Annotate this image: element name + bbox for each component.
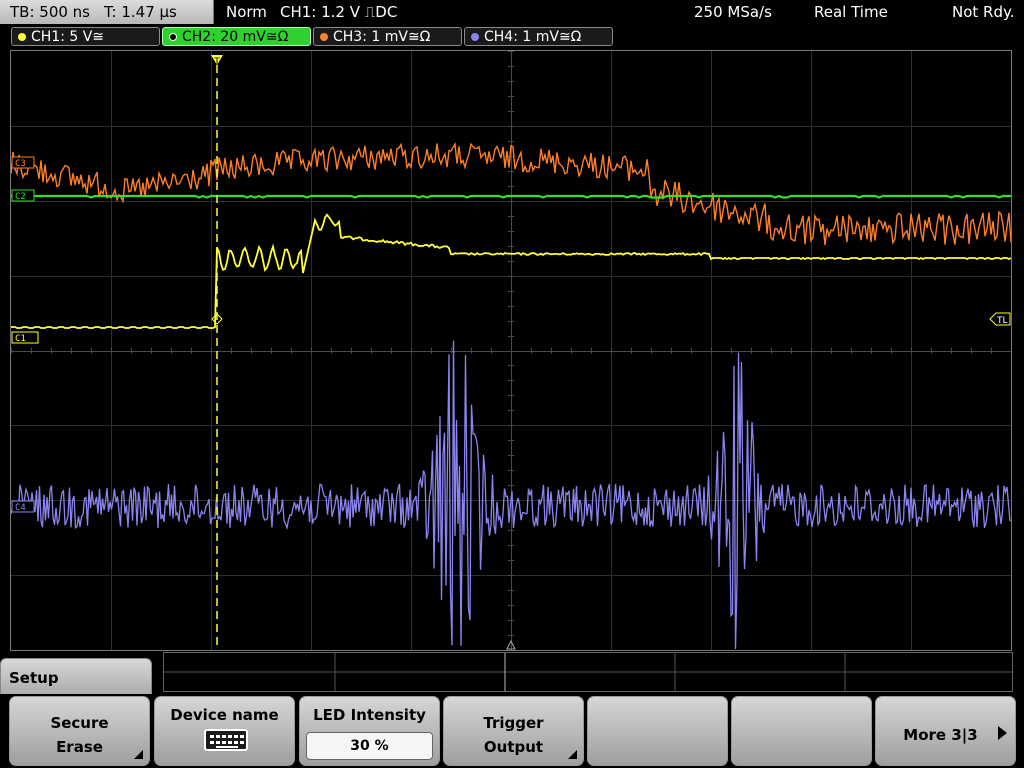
timebase-label: TB: 500 ns bbox=[10, 3, 90, 21]
channel-bar: CH1: 5 V≅ CH2: 20 mV≅Ω CH3: 1 mV≅Ω CH4: … bbox=[0, 26, 1024, 48]
channel-tab-ch3[interactable]: CH3: 1 mV≅Ω bbox=[313, 27, 462, 46]
timebase-box[interactable]: TB: 500 ns T: 1.47 µs bbox=[0, 0, 214, 24]
more-button[interactable]: More 3|3 bbox=[875, 696, 1016, 766]
graticule-grid bbox=[11, 51, 1011, 650]
sample-rate-label: 250 MSa/s bbox=[694, 3, 772, 21]
ch3-marker-label: C3 bbox=[15, 159, 26, 169]
corner-triangle-icon bbox=[568, 750, 577, 759]
trigger-time-label: T: 1.47 µs bbox=[104, 3, 177, 21]
menu-title-tab[interactable]: Setup bbox=[0, 658, 152, 698]
waveform-display[interactable]: T C3 C2 C1 C4 TL bbox=[10, 50, 1012, 651]
ch2-marker-label: C2 bbox=[15, 192, 26, 202]
info-strip bbox=[163, 652, 1013, 692]
channel-tab-label: CH1: 5 V≅ bbox=[31, 29, 105, 45]
trigger-level-marker: TL bbox=[989, 312, 1011, 326]
trigger-source-label[interactable]: CH1: 1.2 V ⎍DC bbox=[280, 0, 397, 24]
ch1-ground-marker: C1 bbox=[11, 331, 39, 344]
softkey-label: Secure bbox=[50, 714, 109, 732]
keyboard-icon bbox=[204, 729, 248, 751]
channel-tab-label: CH4: 1 mV≅Ω bbox=[484, 29, 582, 45]
softkey-label: Output bbox=[483, 738, 544, 756]
ch4-marker-label: C4 bbox=[15, 503, 26, 513]
softkey-label: Device name bbox=[170, 706, 279, 724]
right-arrow-icon bbox=[998, 726, 1007, 740]
led-intensity-value[interactable]: 30 % bbox=[306, 732, 433, 760]
secure-erase-button[interactable]: Secure Erase bbox=[9, 696, 150, 766]
ch4-ground-marker: C4 bbox=[11, 500, 35, 513]
channel-tab-ch2[interactable]: CH2: 20 mV≅Ω bbox=[162, 27, 311, 46]
channel-tab-ch1[interactable]: CH1: 5 V≅ bbox=[11, 27, 160, 46]
softkey-label: Trigger bbox=[483, 714, 544, 732]
trigger-mode-label[interactable]: Norm bbox=[226, 0, 267, 24]
softkey-bar: Secure Erase Device name LED Intensity 3… bbox=[0, 694, 1024, 768]
softkey-label: Erase bbox=[56, 738, 103, 756]
status-bar: TB: 500 ns T: 1.47 µs Norm CH1: 1.2 V ⎍DC… bbox=[0, 0, 1024, 25]
ch4-color-icon bbox=[471, 33, 479, 41]
softkey-label: More 3|3 bbox=[903, 726, 978, 744]
ch3-color-icon bbox=[320, 33, 328, 41]
ch1-color-icon bbox=[18, 33, 26, 41]
corner-triangle-icon bbox=[134, 750, 143, 759]
ch2-ground-marker: C2 bbox=[11, 189, 35, 202]
trigger-pos-label: T bbox=[213, 57, 220, 67]
channel-tab-ch4[interactable]: CH4: 1 mV≅Ω bbox=[464, 27, 613, 46]
acquisition-mode-label[interactable]: Real Time bbox=[814, 0, 888, 24]
channel-tab-label: CH3: 1 mV≅Ω bbox=[333, 29, 431, 45]
empty-softkey-6[interactable] bbox=[731, 696, 872, 766]
trigger-level-label: TL bbox=[996, 316, 1008, 326]
ch3-ground-marker: C3 bbox=[11, 156, 35, 169]
softkey-label: LED Intensity bbox=[313, 706, 426, 724]
ch1-marker-label: C1 bbox=[15, 334, 26, 344]
channel-tab-label: CH2: 20 mV≅Ω bbox=[182, 29, 289, 45]
ch4-waveform bbox=[11, 340, 1011, 650]
graticule-canvas: T C3 C2 C1 C4 TL bbox=[11, 51, 1011, 650]
trigger-output-button[interactable]: Trigger Output bbox=[443, 696, 584, 766]
info-strip-grid bbox=[164, 653, 1012, 691]
ready-state-label: Not Rdy. bbox=[952, 3, 1015, 21]
device-name-button[interactable]: Device name bbox=[154, 696, 295, 766]
ch2-color-icon bbox=[169, 33, 177, 41]
led-intensity-button[interactable]: LED Intensity 30 % bbox=[299, 696, 440, 766]
empty-softkey-5[interactable] bbox=[587, 696, 728, 766]
